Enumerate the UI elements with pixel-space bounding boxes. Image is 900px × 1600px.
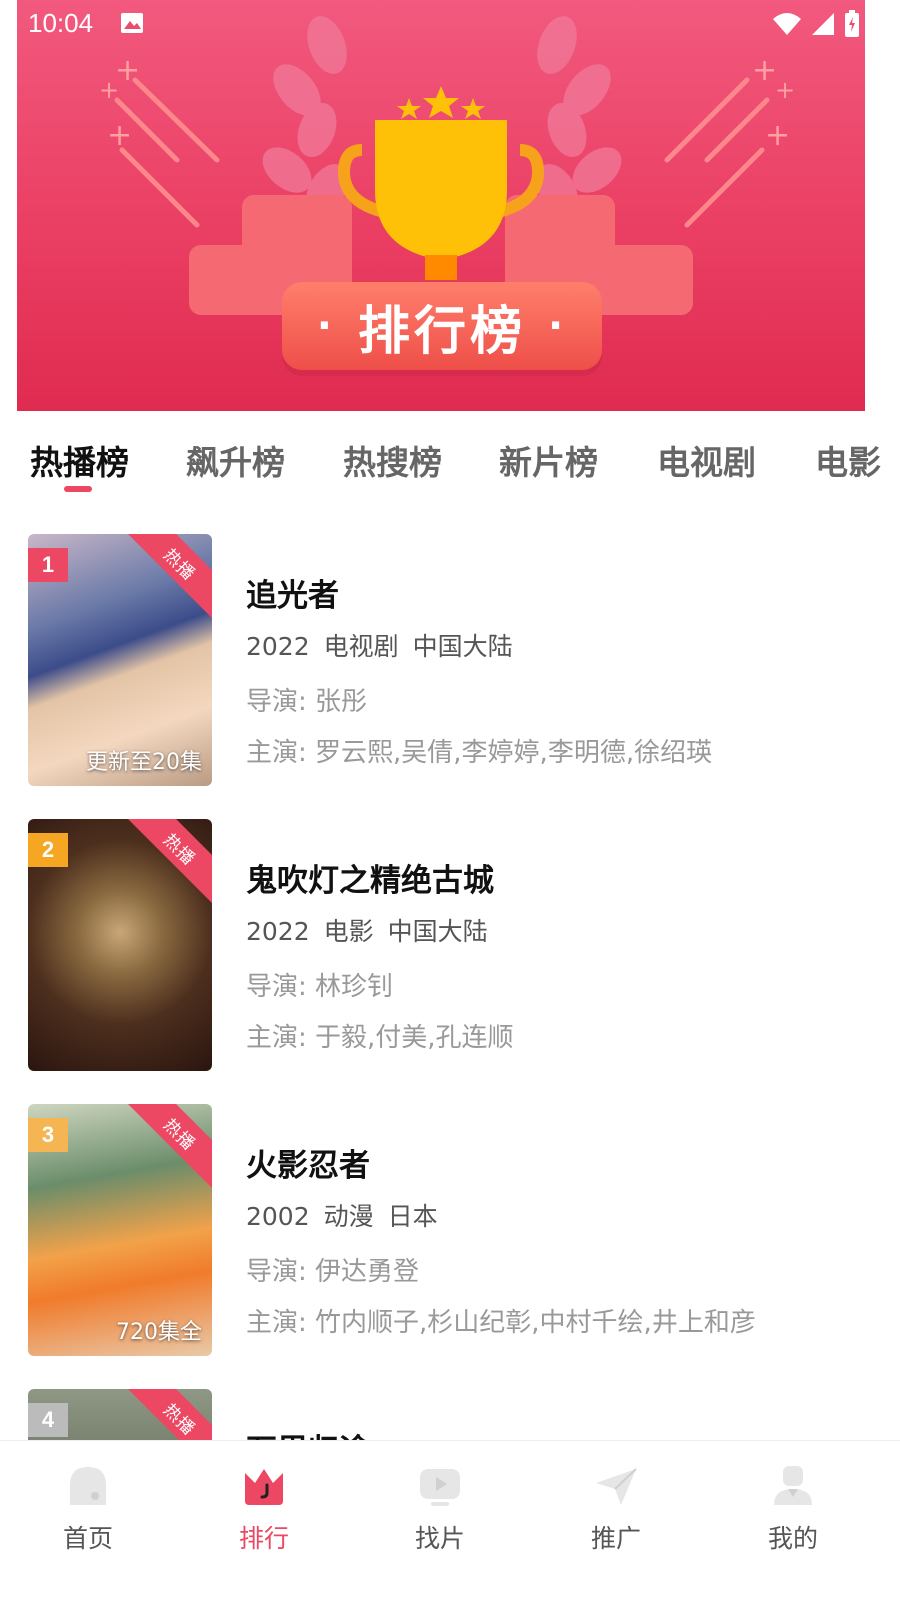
- list-item[interactable]: 3 热播 720集全 火影忍者 2002 动漫 日本 导演: 伊达勇登 主演: 竹内…: [0, 1104, 900, 1356]
- director-label: 导演:: [246, 687, 307, 717]
- status-bar: 10:04: [0, 0, 900, 48]
- item-type: 动漫: [323, 1202, 374, 1231]
- tab-new-release[interactable]: 新片榜: [499, 436, 598, 484]
- item-type: 电视剧: [323, 632, 399, 661]
- cast-label: 主演:: [246, 1023, 307, 1053]
- item-type: 电影: [323, 917, 374, 946]
- hot-tag: 热播: [123, 1104, 212, 1191]
- svg-text:+: +: [765, 118, 790, 153]
- svg-text:+: +: [752, 53, 777, 88]
- item-region: 日本: [387, 1202, 438, 1231]
- crown-icon: [245, 1469, 283, 1505]
- hot-tag: 热播: [123, 1389, 212, 1440]
- cast-label: 主演:: [246, 1308, 307, 1338]
- list-item[interactable]: 4 热播 万里归途: [0, 1389, 900, 1440]
- item-director: 张彤: [315, 687, 368, 717]
- rank-badge: 2: [28, 833, 68, 867]
- episode-status: 更新至20集: [86, 750, 202, 775]
- ranking-banner: + + + + + + · 排行榜 ·: [17, 0, 865, 411]
- nav-ranking[interactable]: 排行: [209, 1463, 319, 1555]
- director-label: 导演:: [246, 1257, 307, 1287]
- item-year: 2022: [246, 632, 310, 661]
- video-icon: [420, 1469, 460, 1506]
- tab-rising[interactable]: 飙升榜: [186, 436, 285, 484]
- item-title[interactable]: 鬼吹灯之精绝古城: [246, 855, 886, 900]
- poster-image[interactable]: 4 热播: [28, 1389, 212, 1440]
- nav-promote[interactable]: 推广: [561, 1463, 671, 1555]
- banner-title: · 排行榜 ·: [282, 282, 602, 370]
- tab-hot-play[interactable]: 热播榜: [30, 436, 129, 484]
- nav-mine[interactable]: 我的: [738, 1463, 848, 1555]
- bottom-navigation: 首页 排行 找片 推广 我的: [0, 1440, 900, 1600]
- poster-image[interactable]: 1 热播 更新至20集: [28, 534, 212, 786]
- send-icon: [596, 1468, 637, 1505]
- battery-icon: [845, 10, 859, 37]
- list-item[interactable]: 2 热播 鬼吹灯之精绝古城 2022 电影 中国大陆 导演: 林珍钊 主演: 于毅,…: [0, 819, 900, 1071]
- item-cast: 罗云熙,吴倩,李婷婷,李明德,徐绍瑛: [315, 738, 713, 768]
- signal-icon: [812, 13, 834, 35]
- rank-badge: 3: [28, 1118, 68, 1152]
- hot-tag: 热播: [123, 534, 212, 621]
- item-region: 中国大陆: [387, 917, 488, 946]
- item-cast: 于毅,付美,孔连顺: [315, 1023, 514, 1053]
- svg-text:+: +: [99, 76, 119, 104]
- status-time: 10:04: [28, 8, 94, 38]
- svg-text:+: +: [775, 76, 795, 104]
- poster-image[interactable]: 3 热播 720集全: [28, 1104, 212, 1356]
- director-label: 导演:: [246, 972, 307, 1002]
- item-title[interactable]: 火影忍者: [246, 1140, 886, 1185]
- item-region: 中国大陆: [412, 632, 513, 661]
- nav-home[interactable]: 首页: [33, 1463, 143, 1555]
- active-tab-indicator: [64, 486, 92, 492]
- user-icon: [774, 1466, 812, 1505]
- ranking-list: 1 热播 更新至20集 追光者 2022 电视剧 中国大陆 导演: 张彤 主演: 罗…: [0, 534, 900, 1440]
- tab-tv-series[interactable]: 电视剧: [657, 436, 756, 484]
- ranking-tabs: 热播榜 飙升榜 热搜榜 新片榜 电视剧 电影: [0, 430, 900, 500]
- episode-status: 720集全: [116, 1320, 202, 1345]
- item-year: 2002: [246, 1202, 310, 1231]
- item-title[interactable]: 追光者: [246, 570, 886, 615]
- rank-badge: 4: [28, 1403, 68, 1437]
- tab-movie[interactable]: 电影: [815, 436, 881, 484]
- image-icon: [121, 13, 143, 33]
- item-director: 伊达勇登: [315, 1257, 420, 1287]
- wifi-icon: [773, 13, 801, 35]
- nav-find-video[interactable]: 找片: [385, 1463, 495, 1555]
- home-icon: [70, 1467, 106, 1505]
- cast-label: 主演:: [246, 738, 307, 768]
- item-cast: 竹内顺子,杉山纪彰,中村千绘,井上和彦: [315, 1308, 756, 1338]
- poster-image[interactable]: 2 热播: [28, 819, 212, 1071]
- svg-text:+: +: [107, 118, 132, 153]
- rank-badge: 1: [28, 548, 68, 582]
- hot-tag: 热播: [123, 819, 212, 906]
- item-year: 2022: [246, 917, 310, 946]
- item-title[interactable]: 万里归途: [246, 1425, 886, 1440]
- tab-hot-search[interactable]: 热搜榜: [343, 436, 442, 484]
- item-director: 林珍钊: [315, 972, 394, 1002]
- list-item[interactable]: 1 热播 更新至20集 追光者 2022 电视剧 中国大陆 导演: 张彤 主演: 罗…: [0, 534, 900, 786]
